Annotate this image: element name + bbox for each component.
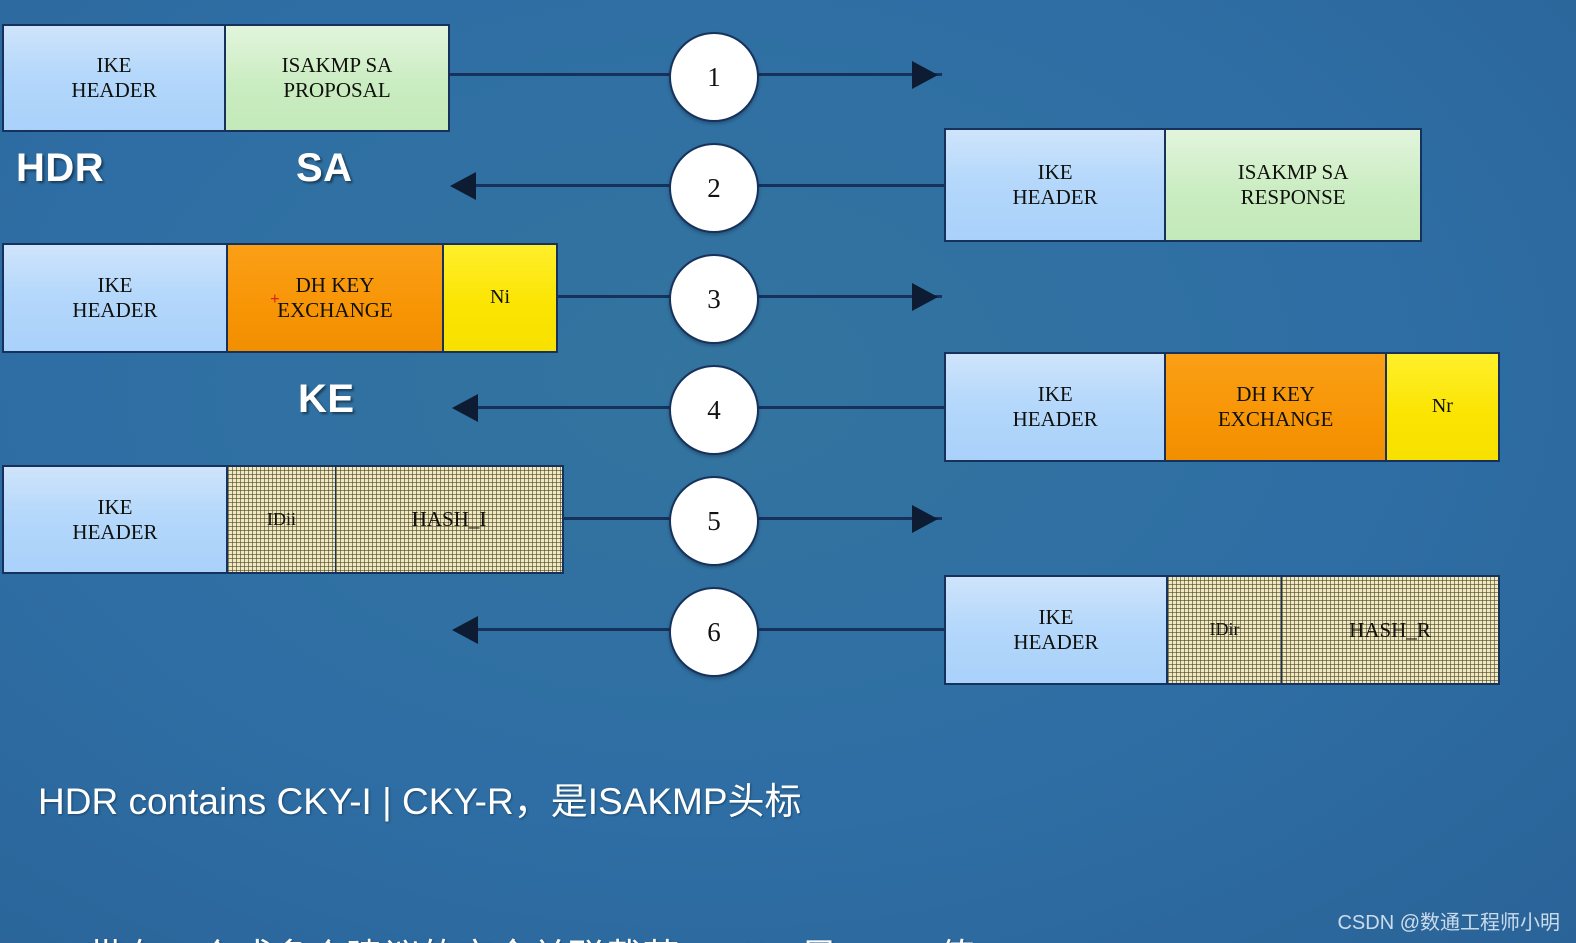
segment-line-1: HASH_R bbox=[1349, 617, 1431, 642]
segment-line-2: EXCHANGE bbox=[277, 298, 393, 322]
packet-right-4: IKE HEADER DH KEY EXCHANGE Nr bbox=[944, 352, 1500, 462]
step-circle-3: 3 bbox=[669, 254, 759, 344]
segment-isakmp-sa-response: ISAKMP SA RESPONSE bbox=[1166, 130, 1420, 240]
step-circle-4: 4 bbox=[669, 365, 759, 455]
packet-right-6: IKE HEADER IDir HASH_R bbox=[944, 575, 1500, 685]
segment-line-2: HEADER bbox=[71, 78, 157, 102]
segment-nr: Nr bbox=[1386, 354, 1498, 460]
caption-block: HDR contains CKY-I | CKY-R，是ISAKMP头标 SA带… bbox=[38, 672, 1238, 943]
segment-dh-key-exchange: DH KEY EXCHANGE bbox=[1166, 354, 1387, 460]
step-number: 5 bbox=[707, 505, 721, 536]
segment-line-1: IKE bbox=[97, 494, 133, 519]
segment-line-1: IDir bbox=[1209, 619, 1240, 640]
segment-idir: IDir bbox=[1168, 577, 1282, 683]
segment-line-1: Ni bbox=[490, 286, 510, 309]
segment-idii: IDii bbox=[228, 467, 336, 572]
arrow-head-2 bbox=[450, 172, 476, 200]
segment-line-2: EXCHANGE bbox=[1217, 407, 1334, 431]
step-number: 4 bbox=[707, 394, 721, 425]
segment-dh-key-exchange: DH KEY EXCHANGE + bbox=[228, 245, 444, 351]
segment-line-1: IKE bbox=[1037, 382, 1073, 407]
segment-line-2: HEADER bbox=[1013, 630, 1099, 654]
segment-line-1: Nr bbox=[1431, 395, 1453, 418]
step-number: 6 bbox=[707, 616, 721, 647]
segment-line-1: IKE bbox=[97, 273, 133, 298]
step-circle-5: 5 bbox=[669, 476, 759, 566]
step-number: 2 bbox=[707, 172, 721, 203]
segment-isakmp-sa-proposal: ISAKMP SA PROPOSAL bbox=[226, 26, 448, 130]
segment-line-1: IKE bbox=[96, 53, 132, 78]
watermark: CSDN @数通工程师小明 bbox=[1337, 912, 1560, 934]
arrow-head-3 bbox=[912, 283, 938, 311]
segment-line-1: IKE bbox=[1037, 160, 1073, 185]
caption-line-1: HDR contains CKY-I | CKY-R，是ISAKMP头标 bbox=[38, 781, 802, 822]
segment-hash-r: HASH_R bbox=[1282, 577, 1498, 683]
segment-line-2: HEADER bbox=[1012, 407, 1098, 431]
segment-line-1: IDii bbox=[267, 508, 296, 529]
segment-ike-header: IKE HEADER bbox=[4, 26, 227, 130]
segment-ni: Ni bbox=[444, 245, 556, 351]
arrow-head-4 bbox=[452, 394, 478, 422]
label-hdr: HDR bbox=[16, 146, 105, 190]
arrow-head-6 bbox=[452, 616, 478, 644]
packet-left-1: IKE HEADER ISAKMP SA PROPOSAL bbox=[2, 24, 450, 132]
segment-line-1: IKE bbox=[1038, 605, 1074, 630]
segment-hash-i: HASH_I bbox=[336, 467, 562, 572]
segment-line-1: ISAKMP SA bbox=[281, 53, 393, 78]
segment-line-2: HEADER bbox=[72, 298, 158, 322]
arrow-head-5 bbox=[912, 505, 938, 533]
step-circle-2: 2 bbox=[669, 143, 759, 233]
step-number: 1 bbox=[707, 61, 721, 92]
segment-line-2: HEADER bbox=[1012, 185, 1098, 209]
segment-line-1: ISAKMP SA bbox=[1237, 160, 1349, 185]
segment-ike-header: IKE HEADER bbox=[4, 467, 228, 572]
packet-right-2: IKE HEADER ISAKMP SA RESPONSE bbox=[944, 128, 1422, 242]
step-circle-1: 1 bbox=[669, 32, 759, 122]
step-circle-6: 6 bbox=[669, 587, 759, 677]
segment-line-1: DH KEY bbox=[1236, 382, 1315, 407]
packet-left-5: IKE HEADER IDii HASH_I bbox=[2, 465, 564, 574]
arrow-head-1 bbox=[912, 61, 938, 89]
step-number: 3 bbox=[707, 283, 721, 314]
diagram-canvas: IKE HEADER ISAKMP SA PROPOSAL HDR SA KE … bbox=[0, 0, 1576, 943]
segment-ike-header: IKE HEADER bbox=[946, 354, 1167, 460]
segment-ike-header: IKE HEADER bbox=[4, 245, 228, 351]
label-sa: SA bbox=[296, 146, 353, 190]
segment-ike-header: IKE HEADER bbox=[946, 577, 1168, 683]
plus-icon: + bbox=[270, 289, 280, 308]
segment-ike-header: IKE HEADER bbox=[946, 130, 1167, 240]
segment-line-2: PROPOSAL bbox=[283, 78, 391, 102]
packet-left-3: IKE HEADER DH KEY EXCHANGE + Ni bbox=[2, 243, 558, 353]
segment-line-1: HASH_I bbox=[411, 507, 487, 532]
segment-line-2: RESPONSE bbox=[1240, 185, 1346, 209]
label-ke: KE bbox=[298, 377, 355, 421]
caption-line-2: SA带有一个或多个建议的安全关联载荷。Ni/Nr是nonce值 bbox=[38, 932, 1238, 943]
segment-line-1: DH KEY bbox=[295, 273, 375, 298]
segment-line-2: HEADER bbox=[72, 519, 158, 544]
